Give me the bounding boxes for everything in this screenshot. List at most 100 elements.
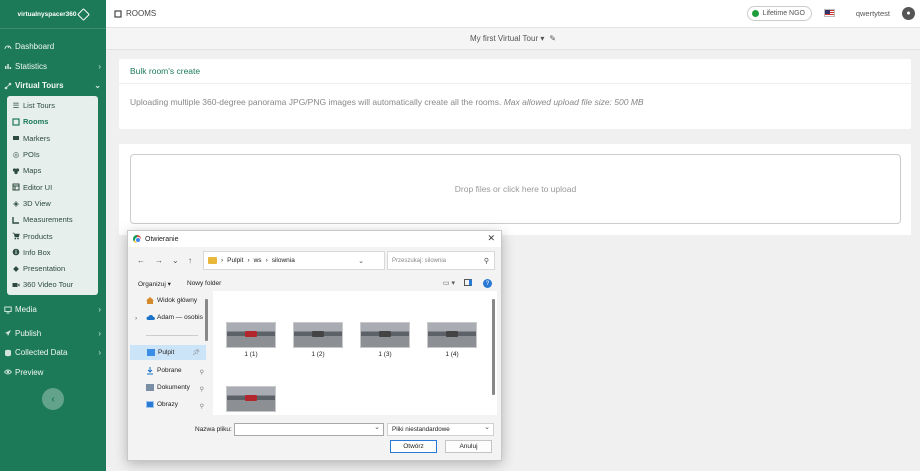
view-options-icon[interactable]: ▭ ▾ [443, 279, 455, 287]
bulk-create-description: Uploading multiple 360-degree panorama J… [119, 84, 911, 120]
submenu-label: 3D View [23, 198, 51, 208]
chevron-right-icon: › [98, 348, 101, 358]
file-thumbnail[interactable] [360, 322, 410, 348]
upload-dropzone[interactable]: Drop files or click here to upload [130, 154, 901, 224]
desktop-icon [147, 349, 155, 356]
folder-icon [208, 257, 217, 264]
submenu-item-markers[interactable]: Markers [7, 130, 98, 146]
submenu-item-3d-view[interactable]: ◈ 3D View [7, 195, 98, 211]
cart-icon [12, 232, 20, 240]
sidebar-item-label: Dashboard [15, 42, 55, 52]
nav-item-onedrive[interactable]: Adam — osobis [146, 314, 203, 321]
sidebar-item-preview[interactable]: Preview [0, 363, 106, 383]
video-icon [12, 281, 20, 289]
download-icon [146, 367, 154, 375]
filename-label: Nazwa pliku: [195, 426, 232, 433]
submenu-item-presentation[interactable]: ◆ Presentation [7, 260, 98, 276]
cancel-button[interactable]: Anuluj [445, 440, 492, 453]
pin-icon[interactable]: ⚲ [200, 386, 204, 393]
sidebar-item-statistics[interactable]: Statistics › [0, 57, 106, 77]
nav-item-downloads[interactable]: Pobrane [146, 367, 206, 375]
submenu-item-info-box[interactable]: Info Box [7, 244, 98, 260]
eye-icon [4, 368, 12, 376]
sidebar-item-collected-data[interactable]: Collected Data › [0, 343, 106, 363]
forward-arrow-icon[interactable]: → [155, 256, 163, 265]
username[interactable]: qwertytest [856, 9, 890, 18]
send-icon [4, 329, 12, 337]
sidebar-item-label: Collected Data [15, 348, 68, 358]
sidebar-item-media[interactable]: Media › [0, 300, 106, 320]
plan-badge[interactable]: Lifetime NGO [746, 6, 812, 21]
sidebar-item-publish[interactable]: Publish › [0, 324, 106, 344]
submenu-label: Maps [23, 166, 42, 176]
submenu-item-maps[interactable]: Maps [7, 163, 98, 179]
back-arrow-icon[interactable]: ← [137, 256, 145, 265]
filetype-value: Pliki niestandardowe [392, 426, 450, 433]
dialog-titlebar: Otwieranie ✕ [128, 231, 501, 247]
pin-icon[interactable]: 📌︎ [192, 349, 200, 356]
nav-item-label: Obrazy [157, 401, 178, 408]
help-icon[interactable]: ? [483, 279, 492, 288]
description-text: Uploading multiple 360-degree panorama J… [130, 97, 502, 107]
file-list-scrollbar[interactable] [492, 299, 495, 395]
file-name[interactable]: 1 (3) [360, 351, 410, 358]
monitor-icon [4, 306, 12, 314]
file-thumbnail[interactable] [226, 322, 276, 348]
submenu-item-products[interactable]: Products [7, 228, 98, 244]
presentation-icon: ◆ [13, 264, 19, 274]
nav-item-label: Dokumenty [157, 384, 190, 391]
collapse-sidebar-button[interactable]: ‹ [42, 388, 64, 410]
submenu-label: Rooms [23, 117, 49, 127]
us-flag-icon[interactable] [824, 9, 835, 17]
brand-logo[interactable]: virtualnyspacer360 [0, 0, 106, 28]
info-icon [12, 248, 20, 256]
cloud-icon [146, 314, 155, 321]
open-button[interactable]: Otwórz [390, 440, 437, 453]
nav-item-label: Widok główny [157, 297, 198, 304]
new-folder-button[interactable]: Nowy folder [187, 280, 221, 287]
file-name[interactable]: 1 (2) [293, 351, 343, 358]
file-name[interactable]: 1 (4) [427, 351, 477, 358]
nav-item-desktop[interactable]: Pulpit 📌︎ [130, 345, 206, 360]
submenu-item-pois[interactable]: ◎ POIs [7, 146, 98, 162]
sidebar-item-virtual-tours[interactable]: Virtual Tours ⌄ [0, 76, 106, 96]
sidebar-item-dashboard[interactable]: Dashboard [0, 37, 106, 57]
chevron-down-icon[interactable]: ⌄ [358, 257, 364, 265]
nav-item-home[interactable]: Widok główny [146, 297, 197, 304]
breadcrumb-item[interactable]: silownia [272, 257, 295, 264]
file-thumbnail[interactable] [427, 322, 477, 348]
preview-pane-icon[interactable] [464, 279, 472, 286]
expand-chevron-icon[interactable]: › [135, 315, 137, 322]
avatar[interactable]: ● [902, 7, 915, 20]
pin-icon[interactable]: ⚲ [200, 403, 204, 410]
submenu-item-editor-ui[interactable]: Editor UI [7, 179, 98, 195]
history-chevron-icon[interactable]: ⌄ [172, 256, 179, 265]
submenu-item-list-tours[interactable]: ☰ List Tours [7, 98, 98, 114]
up-arrow-icon[interactable]: ↑ [188, 256, 192, 265]
tour-selector-dropdown[interactable]: My first Virtual Tour ▾ [470, 34, 544, 43]
breadcrumb-item[interactable]: Pulpit [227, 257, 243, 264]
page-title-text: ROOMS [126, 9, 157, 18]
chevron-down-icon: ⌄ [94, 81, 101, 91]
cube-logo-icon [77, 7, 91, 21]
address-bar[interactable]: › Pulpit › ws › silownia ⌄ ↻ [203, 251, 406, 270]
nav-scrollbar[interactable] [205, 299, 208, 341]
file-thumbnail[interactable] [293, 322, 343, 348]
pin-icon[interactable]: ⚲ [200, 369, 204, 376]
nav-item-documents[interactable]: Dokumenty [146, 384, 190, 391]
filename-input[interactable] [234, 423, 384, 436]
nav-item-pictures[interactable]: Obrazy [146, 401, 178, 408]
search-input[interactable]: Przeszukaj: silownia ⚲ [387, 251, 495, 270]
submenu-item-360-video-tour[interactable]: 360 Video Tour [7, 277, 98, 293]
file-name[interactable]: 1 (1) [226, 351, 276, 358]
virtual-tours-submenu: ☰ List Tours Rooms Markers ◎ POIs Maps Edi… [7, 95, 98, 296]
edit-icon[interactable]: ✎ [549, 34, 556, 43]
submenu-item-measurements[interactable]: Measurements [7, 212, 98, 228]
close-icon[interactable]: ✕ [487, 233, 495, 244]
file-thumbnail[interactable] [226, 386, 276, 412]
breadcrumb-item[interactable]: ws [254, 257, 262, 264]
organize-menu[interactable]: Organizuj ▾ [138, 280, 171, 288]
dashboard-icon [4, 43, 12, 51]
filetype-select[interactable]: Pliki niestandardowe [387, 423, 494, 436]
submenu-item-rooms[interactable]: Rooms [7, 114, 98, 130]
